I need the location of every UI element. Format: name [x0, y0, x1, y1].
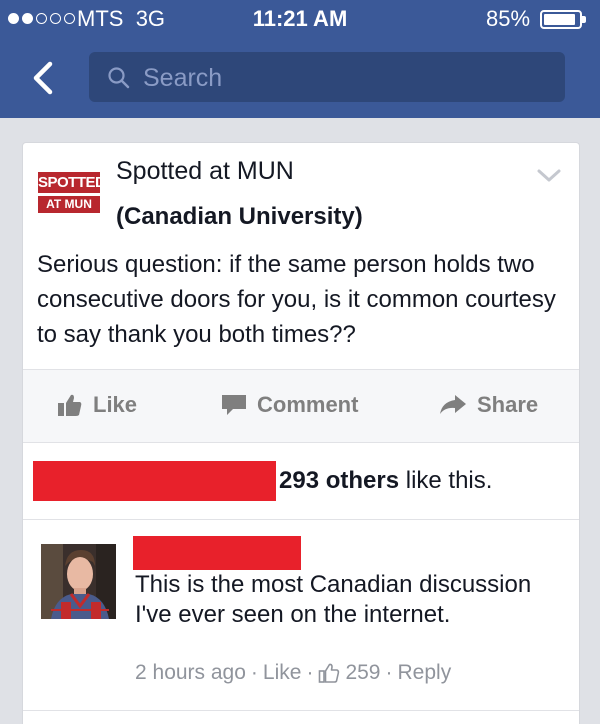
post-options-button[interactable] — [536, 168, 562, 189]
chevron-left-icon — [33, 61, 53, 95]
like-button[interactable]: Like — [57, 392, 137, 418]
avatar[interactable] — [41, 544, 116, 619]
likes-text: 293 others like this. — [279, 467, 492, 495]
back-button[interactable] — [26, 58, 62, 98]
top-header: MTS 3G 11:21 AM 85% — [0, 0, 600, 118]
share-arrow-icon — [440, 395, 466, 414]
search-input[interactable] — [141, 52, 545, 104]
share-button[interactable]: Share — [439, 392, 538, 418]
thumbs-up-outline-icon — [319, 663, 340, 683]
battery-icon — [540, 10, 586, 29]
comment-button[interactable]: Comment — [221, 392, 358, 418]
redacted-name-bar — [33, 461, 276, 501]
page-logo[interactable]: SPOTTED AT MUN — [38, 168, 106, 216]
comment-button-label: Comment — [257, 392, 359, 417]
page-logo-top: SPOTTED — [38, 172, 106, 193]
comment-text: This is the most Canadian discussion I'v… — [135, 571, 532, 628]
meta-separator: · — [306, 661, 314, 684]
post-card: SPOTTED AT MUN Spotted at MUN (Canadian … — [22, 142, 580, 724]
comment-timestamp[interactable]: 2 hours ago — [135, 661, 246, 685]
profile-photo — [41, 544, 116, 619]
battery-percentage: 85% — [486, 6, 531, 31]
comment-like-count[interactable]: 259 — [345, 661, 380, 685]
meta-separator: · — [250, 661, 258, 684]
page-logo-bottom: AT MUN — [38, 196, 100, 213]
like-button-label: Like — [93, 392, 138, 417]
comment-bubble-icon — [222, 395, 246, 415]
share-button-label: Share — [477, 392, 539, 417]
page-caption: (Canadian University) — [116, 203, 363, 230]
search-icon — [108, 67, 130, 89]
page-name-link[interactable]: Spotted at MUN — [116, 157, 294, 186]
post-actions-bar: Like Comment Share — [23, 369, 579, 443]
post-text: Serious question: if the same person hol… — [37, 251, 556, 348]
likes-summary[interactable]: 293 others like this. — [23, 443, 579, 520]
comment-meta: 2 hours ago · Like · 259 · Reply — [135, 661, 451, 685]
search-box[interactable] — [89, 52, 565, 104]
thumbs-up-icon — [58, 394, 82, 416]
likes-count[interactable]: 293 others — [279, 467, 399, 494]
likes-suffix: like this. — [405, 467, 493, 494]
redacted-commenter-name — [133, 536, 301, 570]
meta-separator: · — [385, 661, 393, 684]
comment-item: This is the most Canadian discussion I'v… — [23, 520, 579, 711]
chevron-down-icon — [537, 169, 561, 182]
comment-reply-link[interactable]: Reply — [398, 661, 452, 685]
status-bar: MTS 3G 11:21 AM 85% — [0, 0, 600, 40]
comment-like-link[interactable]: Like — [263, 661, 302, 685]
